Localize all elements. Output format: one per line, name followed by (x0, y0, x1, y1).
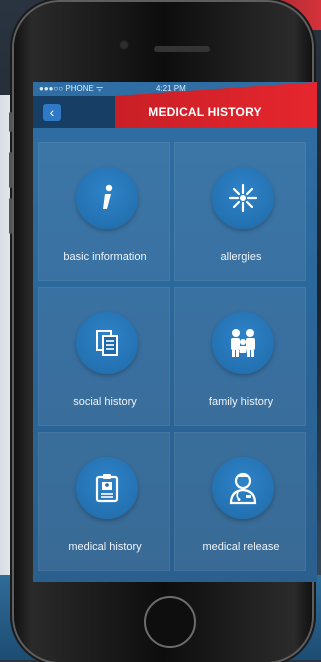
info-icon (76, 167, 138, 229)
allergy-icon (212, 167, 274, 229)
tile-basic-information[interactable]: basic information (38, 142, 170, 281)
tile-label: allergies (220, 251, 262, 263)
app-screen: ●●●○○ PHONE ᯤ 4:21 PM ✱ 82% ‹ MEDICAL HI… (33, 82, 317, 582)
tile-social-history[interactable]: social history (38, 287, 170, 426)
clipboard-icon (76, 457, 138, 519)
doctor-icon (212, 457, 274, 519)
documents-icon (76, 312, 138, 374)
back-button[interactable]: ‹ (43, 104, 61, 121)
earpiece-speaker (154, 46, 210, 52)
page-title: MEDICAL HISTORY (148, 105, 262, 119)
tile-label: medical history (68, 541, 142, 553)
volume-down-button (9, 198, 12, 234)
tile-allergies[interactable]: allergies (174, 142, 306, 281)
tile-medical-release[interactable]: medical release (174, 432, 306, 571)
tile-label: family history (208, 396, 274, 408)
tile-medical-history[interactable]: medical history (38, 432, 170, 571)
tile-label: basic information (63, 251, 147, 263)
mute-switch (9, 112, 12, 132)
volume-up-button (9, 152, 12, 188)
tile-family-history[interactable]: family history (174, 287, 306, 426)
chevron-left-icon: ‹ (49, 104, 55, 120)
home-button[interactable] (144, 596, 196, 648)
front-camera (119, 40, 129, 50)
family-icon (212, 312, 274, 374)
tile-label: social history (73, 396, 137, 408)
tile-label: medical release (202, 541, 280, 553)
carrier-signal: ●●●○○ PHONE ᯤ (39, 84, 104, 93)
